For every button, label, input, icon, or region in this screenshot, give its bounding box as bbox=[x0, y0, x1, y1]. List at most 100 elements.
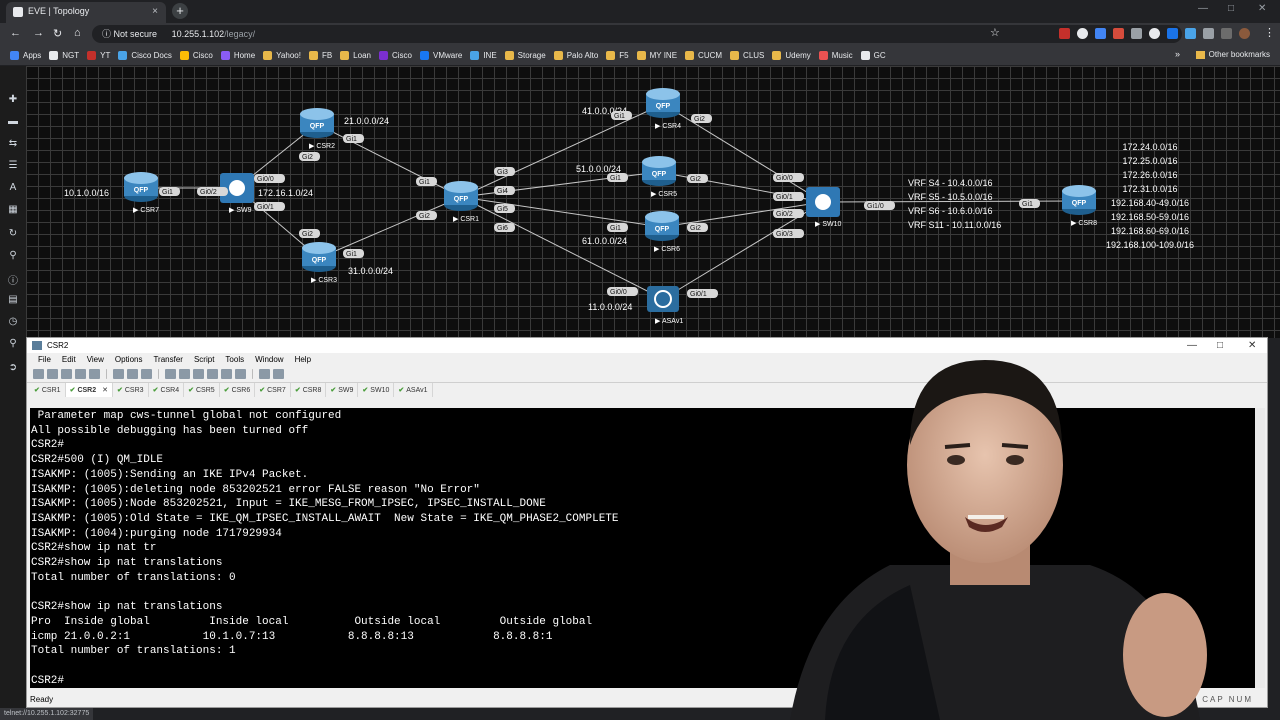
close-session-icon[interactable]: ✕ bbox=[102, 386, 108, 394]
securecrt-close-icon[interactable]: ✕ bbox=[1248, 338, 1256, 353]
bookmark-item[interactable]: YT bbox=[87, 50, 110, 60]
extension-grid-icon[interactable] bbox=[1095, 28, 1106, 39]
router-icon-csr3[interactable] bbox=[302, 242, 336, 254]
keymap-icon[interactable] bbox=[235, 369, 246, 379]
bookmark-item[interactable]: NGT bbox=[49, 50, 79, 60]
close-window-icon[interactable]: ✕ bbox=[1258, 3, 1266, 14]
menu-item-script[interactable]: Script bbox=[194, 353, 214, 366]
bookmark-item[interactable]: Cisco bbox=[378, 50, 412, 60]
router-icon-csr5[interactable] bbox=[642, 156, 676, 168]
extension-circle-icon[interactable] bbox=[1077, 28, 1088, 39]
help-icon[interactable] bbox=[259, 369, 270, 379]
bookmark-item[interactable]: Music bbox=[818, 50, 853, 60]
new-tab-button[interactable]: + bbox=[172, 3, 188, 19]
menu-item-edit[interactable]: Edit bbox=[62, 353, 76, 366]
copy-icon[interactable] bbox=[113, 369, 124, 379]
bookmark-item[interactable]: CUCM bbox=[685, 50, 722, 60]
session-tab-sw9[interactable]: ✔ SW9 bbox=[326, 383, 359, 397]
session-tab-csr5[interactable]: ✔ CSR5 bbox=[184, 383, 220, 397]
workspace-icon[interactable]: ▤ bbox=[6, 294, 20, 306]
nodes-icon[interactable]: ▬ bbox=[6, 116, 20, 128]
firewall-icon-asav1[interactable] bbox=[647, 286, 679, 312]
bookmark-item[interactable]: Yahoo! bbox=[263, 50, 301, 60]
minimize-icon[interactable]: — bbox=[1198, 3, 1208, 14]
link-csr3-csr1[interactable] bbox=[318, 196, 462, 259]
bookmark-item[interactable]: Cisco bbox=[179, 50, 213, 60]
zoom-icon[interactable]: ⚲ bbox=[6, 250, 20, 262]
reload-icon[interactable]: ↻ bbox=[53, 27, 62, 40]
list-icon[interactable]: ▦ bbox=[6, 204, 20, 216]
startup-configs-icon[interactable]: ☰ bbox=[6, 160, 20, 172]
reconnect-icon[interactable] bbox=[75, 369, 86, 379]
menu-item-help[interactable]: Help bbox=[295, 353, 311, 366]
close-lab-icon[interactable]: ➲ bbox=[6, 362, 20, 374]
refresh-topology-icon[interactable]: ↻ bbox=[6, 228, 20, 240]
session-tab-csr7[interactable]: ✔ CSR7 bbox=[255, 383, 291, 397]
quick-connect-icon[interactable] bbox=[47, 369, 58, 379]
session-tab-csr4[interactable]: ✔ CSR4 bbox=[149, 383, 185, 397]
other-bookmarks[interactable]: Other bookmarks bbox=[1195, 50, 1270, 59]
bookmark-item[interactable]: Cisco Docs bbox=[118, 50, 172, 60]
bookmark-item[interactable]: INE bbox=[470, 50, 497, 60]
terminal-scrollbar[interactable] bbox=[1255, 408, 1265, 688]
router-icon-csr2[interactable] bbox=[300, 108, 334, 120]
bookmarks-overflow-icon[interactable]: » bbox=[1175, 49, 1180, 59]
menu-item-tools[interactable]: Tools bbox=[225, 353, 244, 366]
bookmark-item[interactable]: F5 bbox=[606, 50, 629, 60]
link-csr2-csr1[interactable] bbox=[316, 123, 462, 198]
sftp-icon[interactable] bbox=[221, 369, 232, 379]
settings-icon[interactable] bbox=[193, 369, 204, 379]
browser-tab-eve[interactable]: EVE | Topology × bbox=[6, 2, 166, 23]
connect-tab-icon[interactable] bbox=[61, 369, 72, 379]
session-tab-csr6[interactable]: ✔ CSR6 bbox=[220, 383, 256, 397]
add-object-icon[interactable]: ✚ bbox=[6, 94, 20, 106]
home-icon[interactable]: ⌂ bbox=[74, 27, 81, 39]
router-icon-csr4[interactable] bbox=[646, 88, 680, 100]
bookmark-item[interactable]: Storage bbox=[504, 50, 546, 60]
extension-cloud-icon[interactable] bbox=[1185, 28, 1196, 39]
router-icon-csr1[interactable] bbox=[444, 181, 478, 193]
close-tab-icon[interactable]: × bbox=[152, 2, 158, 21]
find-icon[interactable] bbox=[141, 369, 152, 379]
extension-abp-icon[interactable] bbox=[1059, 28, 1070, 39]
extension-puzzle-icon[interactable] bbox=[1203, 28, 1214, 39]
topology-diagram[interactable]: QFP ▶ CSR7 ▶ SW9 QFP ▶ CSR2 QFP ▶ CSR3 QFP ▶ CSR… bbox=[26, 66, 1280, 338]
status-icon[interactable]: ◷ bbox=[6, 316, 20, 328]
session-tab-csr3[interactable]: ✔ CSR3 bbox=[113, 383, 149, 397]
router-icon-csr8[interactable] bbox=[1062, 185, 1096, 197]
lab-details-icon[interactable]: ⓘ bbox=[6, 272, 20, 287]
topology-canvas[interactable]: QFP ▶ CSR7 ▶ SW9 QFP ▶ CSR2 QFP ▶ CSR3 QFP ▶ CSR… bbox=[26, 66, 1280, 338]
print-setup-icon[interactable] bbox=[179, 369, 190, 379]
back-icon[interactable]: ← bbox=[10, 27, 21, 39]
menu-item-view[interactable]: View bbox=[87, 353, 104, 366]
bookmark-item[interactable]: Loan bbox=[340, 50, 371, 60]
networks-icon[interactable]: ⇆ bbox=[6, 138, 20, 150]
bookmark-item[interactable]: VMware bbox=[419, 50, 462, 60]
connect-icon[interactable] bbox=[33, 369, 44, 379]
extension-moon-icon[interactable] bbox=[1149, 28, 1160, 39]
extra-icon[interactable] bbox=[273, 369, 284, 379]
menu-item-file[interactable]: File bbox=[38, 353, 51, 366]
router-icon-csr7[interactable] bbox=[124, 172, 158, 184]
link-csr1-csr5[interactable] bbox=[460, 171, 660, 198]
bookmark-item[interactable]: CLUS bbox=[730, 50, 764, 60]
session-tab-csr8[interactable]: ✔ CSR8 bbox=[291, 383, 327, 397]
extension-gray-icon[interactable] bbox=[1131, 28, 1142, 39]
global-options-icon[interactable] bbox=[207, 369, 218, 379]
bookmark-item[interactable]: GC bbox=[860, 50, 886, 60]
session-tab-asav1[interactable]: ✔ ASAv1 bbox=[394, 383, 433, 397]
profile-avatar-icon[interactable] bbox=[1239, 28, 1250, 39]
menu-item-options[interactable]: Options bbox=[115, 353, 143, 366]
menu-item-window[interactable]: Window bbox=[255, 353, 283, 366]
router-icon-csr6[interactable] bbox=[645, 211, 679, 223]
paste-icon[interactable] bbox=[127, 369, 138, 379]
extension-pocket-icon[interactable] bbox=[1113, 28, 1124, 39]
menu-kebab-icon[interactable]: ⋮ bbox=[1264, 26, 1275, 39]
text-object-icon[interactable]: A bbox=[6, 182, 20, 194]
bookmark-item[interactable]: Apps bbox=[10, 50, 41, 60]
securecrt-maximize-icon[interactable]: □ bbox=[1217, 338, 1223, 353]
print-icon[interactable] bbox=[165, 369, 176, 379]
session-tab-csr1[interactable]: ✔ CSR1 bbox=[30, 383, 66, 397]
bookmark-star-icon[interactable]: ☆ bbox=[990, 26, 1000, 39]
lock-lab-icon[interactable]: ⚲ bbox=[6, 338, 20, 350]
